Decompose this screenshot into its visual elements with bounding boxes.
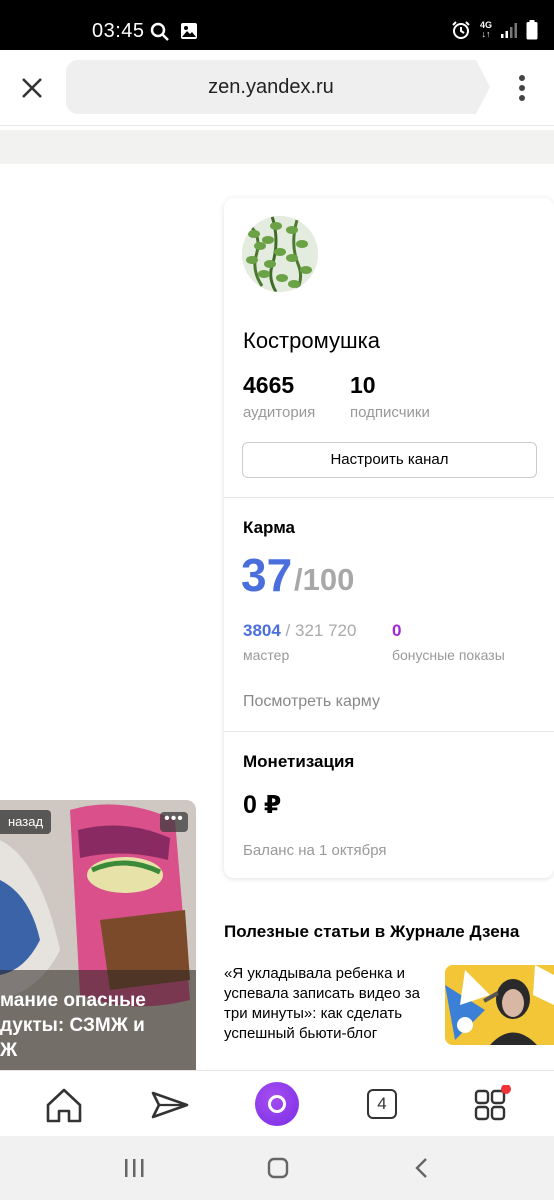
home-button-icon[interactable]: [266, 1156, 290, 1180]
bonus-label: бонусные показы: [392, 647, 505, 663]
close-icon[interactable]: [18, 74, 46, 102]
karma-value: 37: [241, 549, 293, 601]
audience-stat: 4665 аудитория: [243, 372, 315, 421]
more-vert-icon[interactable]: [512, 72, 532, 104]
send-icon[interactable]: [150, 1085, 190, 1125]
header-strip: [0, 130, 554, 164]
monetization-value: 0 ₽: [243, 791, 282, 819]
tabs-count: 4: [367, 1089, 397, 1119]
journal-section-title: Полезные статьи в Журнале Дзена: [224, 922, 520, 941]
audience-value: 4665: [243, 372, 295, 398]
karma-title: Карма: [243, 518, 296, 537]
divider: [224, 731, 554, 732]
back-tag[interactable]: назад: [0, 810, 52, 834]
karma-max: /100: [294, 562, 355, 597]
home-icon[interactable]: [44, 1085, 84, 1125]
rank-position: 3804 / 321 720: [243, 621, 356, 641]
bonus-value: 0: [392, 621, 402, 640]
feed-card-title[interactable]: мание опасные дукты: СЗМЖ и Ж: [0, 988, 190, 1063]
signal-icon: [501, 23, 517, 38]
subscribers-stat: 10 подписчики: [350, 372, 430, 421]
monetization-title: Монетизация: [243, 752, 355, 771]
channel-card: Костромушка 4665 аудитория 10 подписчики…: [224, 198, 554, 878]
tabs-icon[interactable]: 4: [364, 1085, 404, 1125]
system-navigation: [0, 1136, 554, 1200]
article-image: [445, 965, 554, 1045]
status-bar: 03:45 4G ↓↑: [0, 0, 554, 50]
services-icon[interactable]: [472, 1085, 512, 1125]
view-karma-link[interactable]: Посмотреть карму: [243, 693, 380, 711]
subscribers-value: 10: [350, 372, 376, 398]
rank-current: 3804: [243, 621, 281, 640]
rank-separator: /: [280, 621, 295, 640]
browser-toolbar: zen.yandex.ru: [0, 50, 554, 126]
subscribers-label: подписчики: [350, 404, 430, 421]
battery-icon: [526, 20, 538, 40]
rank-total: 321 720: [295, 621, 357, 640]
journal-article-thumbnail[interactable]: [445, 965, 554, 1045]
setup-channel-button[interactable]: Настроить канал: [242, 442, 537, 478]
journal-article-title[interactable]: «Я укладывала ребенка и успевала записат…: [224, 964, 429, 1044]
status-time: 03:45: [92, 20, 145, 42]
back-icon[interactable]: [410, 1156, 434, 1180]
alarm-icon: [452, 21, 470, 39]
url-text: zen.yandex.ru: [208, 76, 334, 98]
balance-date: Баланс на 1 октября: [243, 842, 387, 859]
audience-label: аудитория: [243, 404, 316, 421]
network-type: 4G ↓↑: [479, 20, 492, 39]
avatar[interactable]: [242, 216, 318, 292]
divider: [224, 497, 554, 498]
search-icon: [150, 22, 169, 41]
recent-apps-icon[interactable]: [122, 1156, 146, 1180]
address-bar[interactable]: zen.yandex.ru: [66, 60, 490, 114]
image-icon: [181, 23, 197, 39]
avatar-image: [242, 216, 318, 292]
card-menu-button[interactable]: •••: [160, 811, 188, 832]
alice-icon[interactable]: [255, 1082, 299, 1126]
channel-name[interactable]: Костромушка: [243, 328, 380, 354]
rank-label: мастер: [243, 647, 290, 663]
